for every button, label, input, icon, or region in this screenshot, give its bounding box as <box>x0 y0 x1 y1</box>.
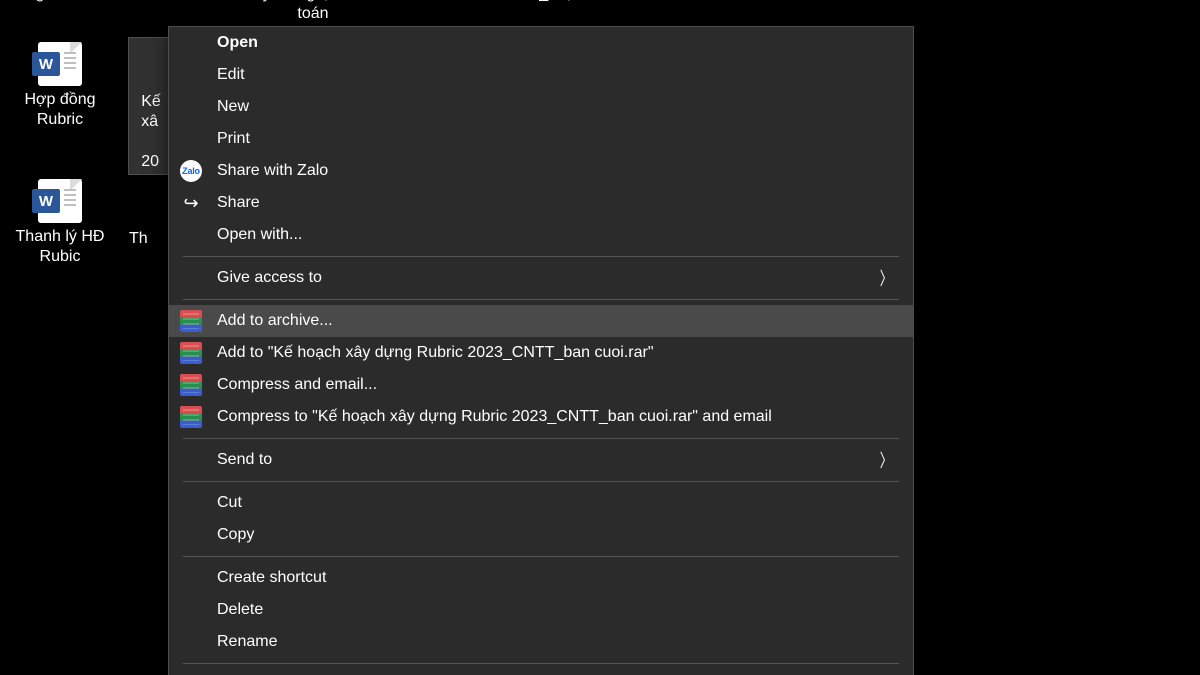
word-doc-icon: W <box>38 179 82 223</box>
menu-item-share[interactable]: ↪ Share <box>169 187 913 219</box>
menu-item-delete[interactable]: Delete <box>169 594 913 626</box>
menu-separator <box>183 556 899 557</box>
desktop-file-label-partial: TDG <box>747 0 877 4</box>
zalo-icon: Zalo <box>179 159 203 183</box>
desktop-file-label: Thanh lý HĐ Rubic <box>0 227 120 267</box>
menu-item-open[interactable]: Open <box>169 27 913 59</box>
menu-item-properties[interactable]: Properties <box>169 669 913 675</box>
desktop-file-thanh-ly-hd-rubic[interactable]: W Thanh lý HĐ Rubic <box>0 175 125 267</box>
menu-item-add-to-archive[interactable]: Add to archive... <box>169 305 913 337</box>
menu-item-label: Edit <box>217 66 245 84</box>
desktop-file-label-partial: rubric <box>617 0 747 4</box>
menu-item-open-with[interactable]: Open with... <box>169 219 913 251</box>
menu-item-label: Add to "Kế hoạch xây dựng Rubric 2023_CN… <box>217 344 654 362</box>
desktop-file-partial[interactable]: Th <box>129 225 169 249</box>
menu-separator <box>183 256 899 257</box>
menu-item-label: Share <box>217 194 260 212</box>
desktop-file-label-partial: gui HD <box>0 0 125 4</box>
menu-item-rename[interactable]: Rename <box>169 626 913 658</box>
desktop-file-label-partial: ủy đề nghị thanh toán <box>238 0 388 24</box>
menu-item-label: Create shortcut <box>217 569 326 587</box>
winrar-icon <box>179 341 203 365</box>
menu-item-label: New <box>217 98 249 116</box>
menu-item-label: Copy <box>217 526 254 544</box>
menu-item-label: Compress to "Kế hoạch xây dựng Rubric 20… <box>217 408 772 426</box>
menu-item-copy[interactable]: Copy <box>169 519 913 551</box>
menu-item-label: Rename <box>217 633 277 651</box>
menu-item-edit[interactable]: Edit <box>169 59 913 91</box>
winrar-icon <box>179 309 203 333</box>
menu-item-send-to[interactable]: Send to 〉 <box>169 444 913 476</box>
menu-item-print[interactable]: Print <box>169 123 913 155</box>
menu-item-give-access-to[interactable]: Give access to 〉 <box>169 262 913 294</box>
menu-separator <box>183 481 899 482</box>
desktop-file-label: Th <box>129 229 148 249</box>
chevron-right-icon: 〉 <box>880 265 893 291</box>
menu-item-label: Cut <box>217 494 242 512</box>
desktop-file-hop-dong-rubric[interactable]: W Hợp đồng Rubric <box>0 38 125 130</box>
menu-item-compress-to-k-ho-ch-x-y-d-ng-rubric-2023-cntt-ban-cuoi-rar-and-email[interactable]: Compress to "Kế hoạch xây dựng Rubric 20… <box>169 401 913 433</box>
menu-item-label: Print <box>217 130 250 148</box>
menu-item-label: Give access to <box>217 269 322 287</box>
menu-item-new[interactable]: New <box>169 91 913 123</box>
menu-item-label: Send to <box>217 451 272 469</box>
winrar-icon <box>179 405 203 429</box>
desktop-file-label: Hợp đồng Rubric <box>0 90 120 130</box>
desktop-file-label: Kế xâ 20 <box>141 92 161 172</box>
menu-item-compress-and-email[interactable]: Compress and email... <box>169 369 913 401</box>
chevron-right-icon: 〉 <box>880 447 893 473</box>
share-icon: ↪ <box>179 191 203 215</box>
menu-item-label: Open with... <box>217 226 302 244</box>
winrar-icon <box>179 373 203 397</box>
menu-item-create-shortcut[interactable]: Create shortcut <box>169 562 913 594</box>
menu-item-label: Add to archive... <box>217 312 333 330</box>
menu-item-label: Compress and email... <box>217 376 377 394</box>
menu-item-add-to-k-ho-ch-x-y-d-ng-rubric-2023-cntt-ban-cuoi-rar[interactable]: Add to "Kế hoạch xây dựng Rubric 2023_CN… <box>169 337 913 369</box>
menu-item-label: Open <box>217 34 258 52</box>
menu-item-cut[interactable]: Cut <box>169 487 913 519</box>
menu-separator <box>183 438 899 439</box>
menu-item-share-with-zalo[interactable]: Zalo Share with Zalo <box>169 155 913 187</box>
word-doc-icon: W <box>38 42 82 86</box>
menu-separator <box>183 299 899 300</box>
menu-separator <box>183 663 899 664</box>
menu-item-label: Delete <box>217 601 263 619</box>
menu-item-label: Share with Zalo <box>217 162 328 180</box>
context-menu: Open Edit New Print Zalo Share with Zalo ↪ Shar… <box>168 26 914 675</box>
